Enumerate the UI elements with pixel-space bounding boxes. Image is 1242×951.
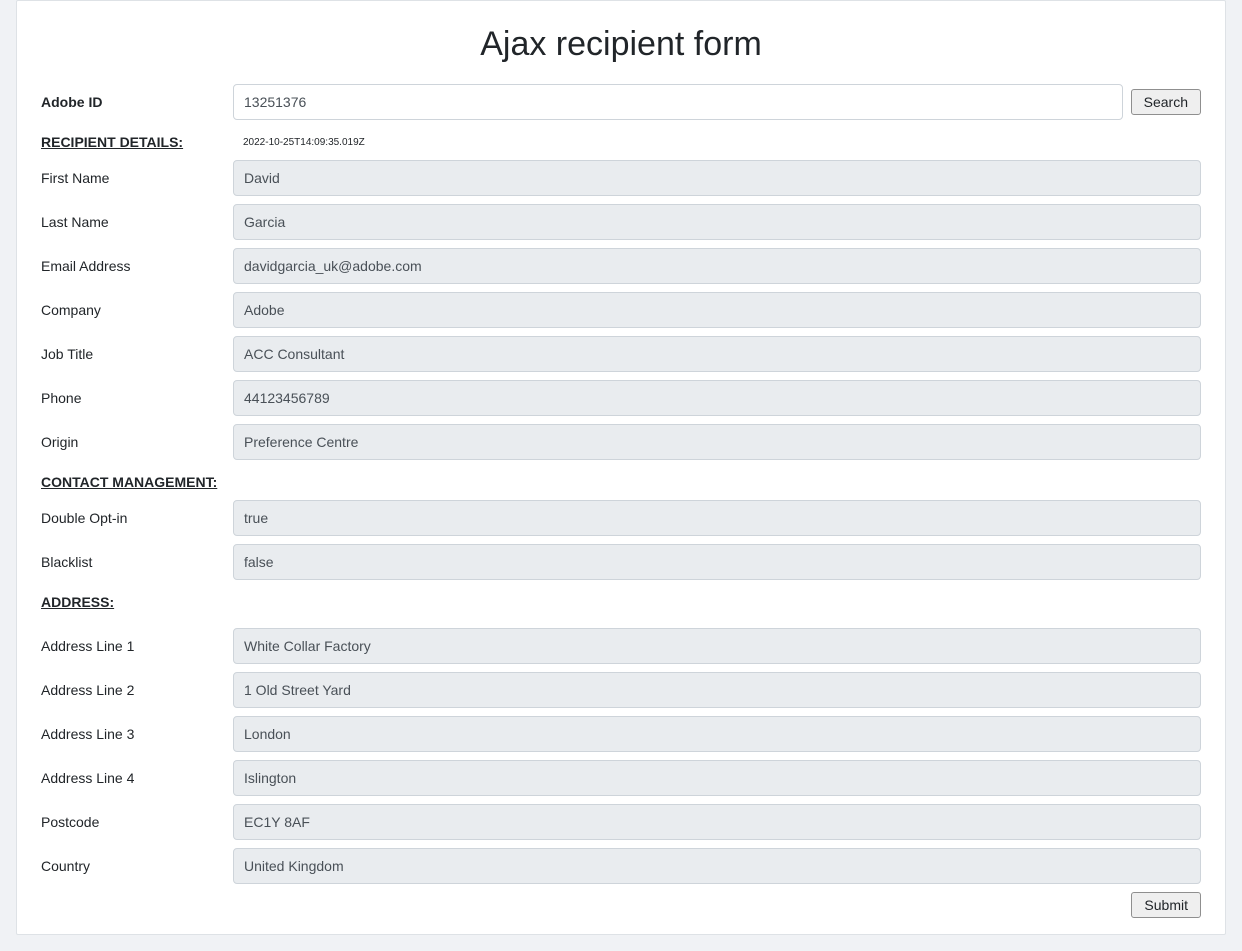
first-name-field[interactable] xyxy=(233,160,1201,196)
address1-row: Address Line 1 xyxy=(41,628,1201,664)
timestamp-text: 2022-10-25T14:09:35.019Z xyxy=(233,137,365,148)
postcode-label: Postcode xyxy=(41,808,233,836)
company-label: Company xyxy=(41,296,233,324)
job-title-field[interactable] xyxy=(233,336,1201,372)
address4-field[interactable] xyxy=(233,760,1201,796)
phone-label: Phone xyxy=(41,384,233,412)
phone-row: Phone xyxy=(41,380,1201,416)
country-row: Country xyxy=(41,848,1201,884)
address3-label: Address Line 3 xyxy=(41,720,233,748)
postcode-field[interactable] xyxy=(233,804,1201,840)
origin-field[interactable] xyxy=(233,424,1201,460)
recipient-details-heading: RECIPIENT DETAILS: xyxy=(41,128,233,156)
job-title-label: Job Title xyxy=(41,340,233,368)
address-heading: ADDRESS: xyxy=(41,588,233,616)
job-title-row: Job Title xyxy=(41,336,1201,372)
address4-row: Address Line 4 xyxy=(41,760,1201,796)
adobe-id-label: Adobe ID xyxy=(41,88,233,116)
address3-field[interactable] xyxy=(233,716,1201,752)
address2-label: Address Line 2 xyxy=(41,676,233,704)
address1-label: Address Line 1 xyxy=(41,632,233,660)
adobe-id-input[interactable] xyxy=(233,84,1123,120)
email-label: Email Address xyxy=(41,252,233,280)
origin-row: Origin xyxy=(41,424,1201,460)
email-row: Email Address xyxy=(41,248,1201,284)
adobe-id-row: Adobe ID Search xyxy=(41,84,1201,120)
page-title: Ajax recipient form xyxy=(41,25,1201,64)
address1-field[interactable] xyxy=(233,628,1201,664)
country-field[interactable] xyxy=(233,848,1201,884)
address3-row: Address Line 3 xyxy=(41,716,1201,752)
first-name-label: First Name xyxy=(41,164,233,192)
double-optin-label: Double Opt-in xyxy=(41,504,233,532)
double-optin-row: Double Opt-in xyxy=(41,500,1201,536)
origin-label: Origin xyxy=(41,428,233,456)
form-card: Ajax recipient form Adobe ID Search RECI… xyxy=(16,0,1226,935)
recipient-details-heading-row: RECIPIENT DETAILS: 2022-10-25T14:09:35.0… xyxy=(41,128,1201,156)
postcode-row: Postcode xyxy=(41,804,1201,840)
address2-row: Address Line 2 xyxy=(41,672,1201,708)
address4-label: Address Line 4 xyxy=(41,764,233,792)
double-optin-field[interactable] xyxy=(233,500,1201,536)
contact-mgmt-heading-row: CONTACT MANAGEMENT: xyxy=(41,468,1201,496)
last-name-field[interactable] xyxy=(233,204,1201,240)
email-field[interactable] xyxy=(233,248,1201,284)
blacklist-row: Blacklist xyxy=(41,544,1201,580)
blacklist-label: Blacklist xyxy=(41,548,233,576)
submit-button[interactable]: Submit xyxy=(1131,892,1201,918)
blacklist-field[interactable] xyxy=(233,544,1201,580)
address2-field[interactable] xyxy=(233,672,1201,708)
country-label: Country xyxy=(41,852,233,880)
company-row: Company xyxy=(41,292,1201,328)
last-name-row: Last Name xyxy=(41,204,1201,240)
phone-field[interactable] xyxy=(233,380,1201,416)
first-name-row: First Name xyxy=(41,160,1201,196)
search-button[interactable]: Search xyxy=(1131,89,1201,115)
last-name-label: Last Name xyxy=(41,208,233,236)
company-field[interactable] xyxy=(233,292,1201,328)
contact-mgmt-heading: CONTACT MANAGEMENT: xyxy=(41,468,233,496)
submit-row: Submit xyxy=(41,892,1201,918)
address-heading-row: ADDRESS: xyxy=(41,588,1201,616)
